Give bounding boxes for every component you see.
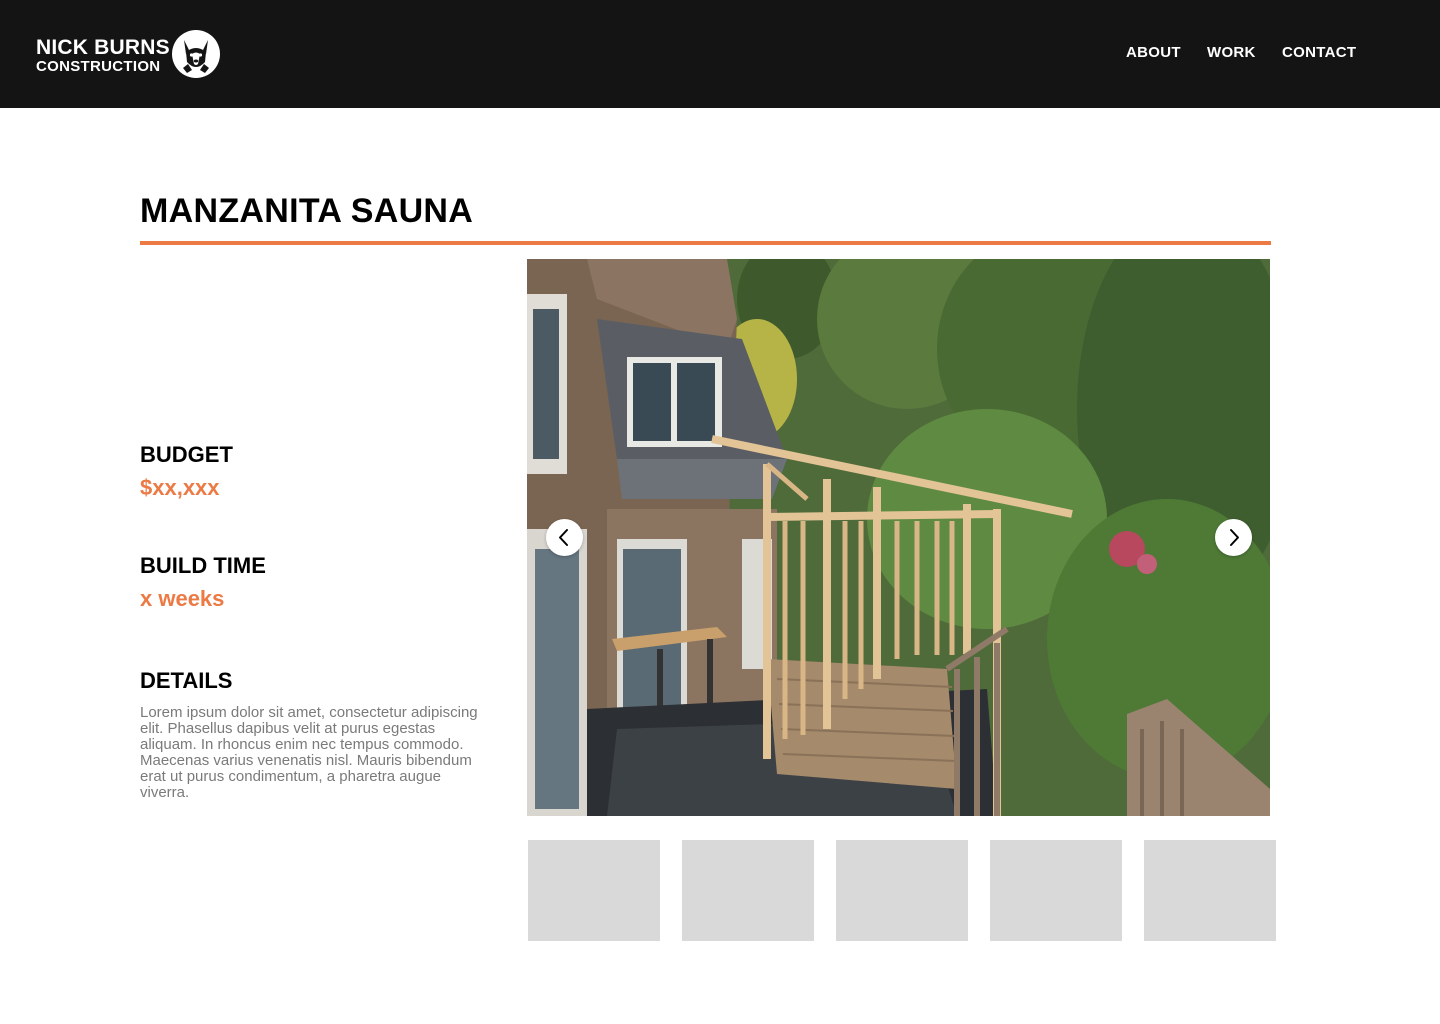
sauna-construction-photo xyxy=(527,259,1270,816)
chevron-right-icon xyxy=(1230,529,1239,546)
nav-work[interactable]: WORK xyxy=(1207,44,1256,61)
details-label: DETAILS xyxy=(140,668,233,693)
gallery-thumbnail-4[interactable] xyxy=(990,840,1122,941)
main-nav: ABOUT WORK CONTACT xyxy=(0,44,1440,64)
site-header: NICK BURNS CONSTRUCTION ABOUT WORK CONTA… xyxy=(0,0,1440,108)
details-text: Lorem ipsum dolor sit amet, consectetur … xyxy=(140,704,478,801)
gallery-thumbnail-5[interactable] xyxy=(1144,840,1276,941)
budget-label: BUDGET xyxy=(140,442,233,467)
gallery-next-button[interactable] xyxy=(1215,519,1252,556)
page-title: MANZANITA SAUNA xyxy=(140,192,474,230)
build-time-value: x weeks xyxy=(140,586,225,611)
gallery-prev-button[interactable] xyxy=(546,519,583,556)
build-time-label: BUILD TIME xyxy=(140,553,266,578)
gallery-thumbnail-2[interactable] xyxy=(682,840,814,941)
gallery-thumbnail-1[interactable] xyxy=(528,840,660,941)
gallery-thumbnail-3[interactable] xyxy=(836,840,968,941)
budget-value: $xx,xxx xyxy=(140,475,220,500)
nav-contact[interactable]: CONTACT xyxy=(1282,44,1356,61)
project-hero-image xyxy=(527,259,1270,816)
nav-about[interactable]: ABOUT xyxy=(1126,44,1181,61)
chevron-left-icon xyxy=(559,529,568,546)
title-divider xyxy=(140,241,1271,245)
